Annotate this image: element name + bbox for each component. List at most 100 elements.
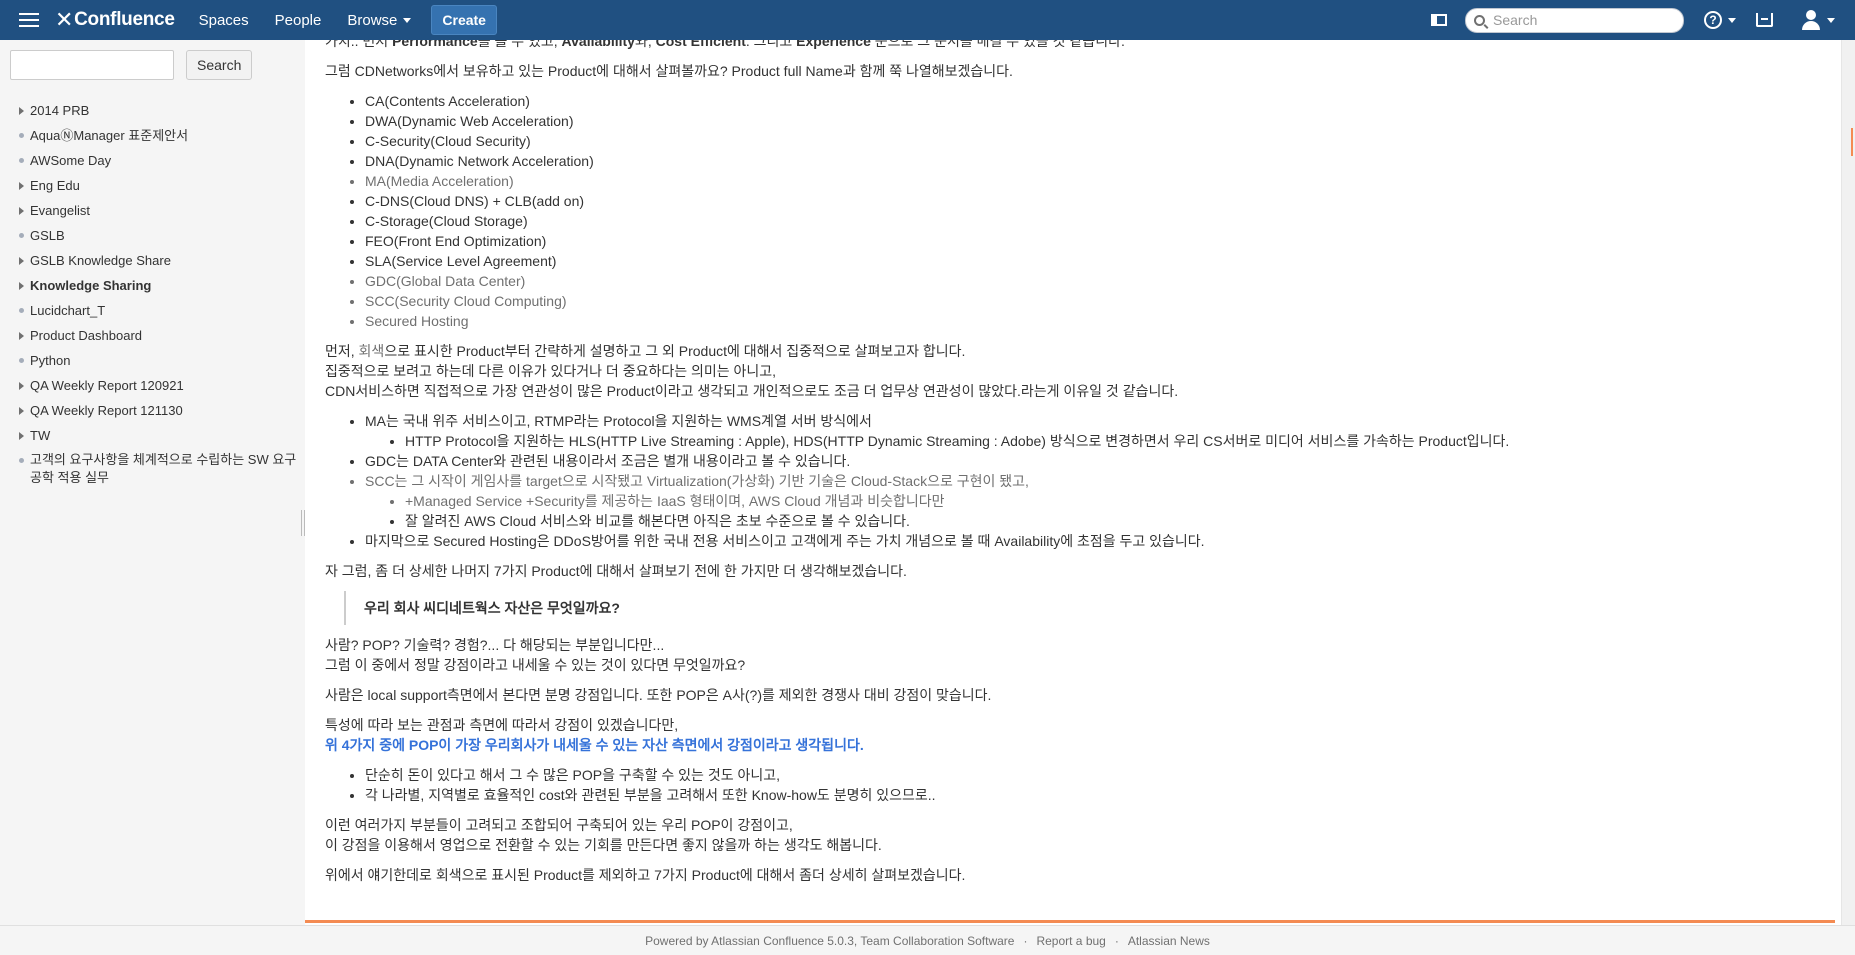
separator: · <box>1114 933 1119 948</box>
expand-arrow-icon[interactable] <box>12 248 30 265</box>
list-item: 각 나라별, 지역별로 효율적인 cost와 관련된 부분을 고려해서 또한 K… <box>365 785 1825 805</box>
text: Experience <box>796 40 871 49</box>
sidebar-item-label: Lucidchart_T <box>30 303 106 318</box>
text: 으로 표시한 Product부터 간략하게 설명하고 그 외 Product에 … <box>384 343 966 359</box>
sidebar-tree-item[interactable]: 고객의 요구사항을 체계적으로 수립하는 SW 요구공학 적용 실무 <box>12 448 297 487</box>
sidebar-tree-item[interactable]: Eng Edu <box>12 173 297 198</box>
product-item: SLA(Service Level Agreement) <box>365 251 1825 271</box>
sidebar-tree-item[interactable]: QA Weekly Report 120921 <box>12 373 297 398</box>
sidebar-tree-item[interactable]: Python <box>12 348 297 373</box>
expand-arrow-icon[interactable] <box>12 173 30 190</box>
sidebar-item-label: AWSome Day <box>30 153 112 168</box>
nav-browse[interactable]: Browse <box>347 11 412 29</box>
confluence-logo[interactable]: ✕ Confluence <box>55 7 175 33</box>
list-item: GDC는 DATA Center와 관련된 내용이라서 조금은 별개 내용이라고… <box>365 451 1825 471</box>
text: 가치.. 먼저 <box>325 40 393 49</box>
user-menu[interactable] <box>1801 10 1835 30</box>
sidebar-tree-item[interactable]: Evangelist <box>12 198 297 223</box>
page-content: 가치.. 먼저 Performance를 볼 수 있고, Availabilit… <box>305 40 1850 925</box>
page-tree: 2014 PRB AquaⓃManager 표준제안서 AWSome Day Eng … <box>12 98 297 487</box>
nav-browse-label: Browse <box>347 11 398 29</box>
sidebar-item-label: QA Weekly Report 121130 <box>30 403 183 418</box>
expand-arrow-icon[interactable] <box>12 323 30 340</box>
sidebar-item-label: TW <box>30 428 51 443</box>
sidebar-tree-item[interactable]: 2014 PRB <box>12 98 297 123</box>
create-button[interactable]: Create <box>431 5 497 35</box>
menu-icon[interactable] <box>19 13 39 27</box>
list-item: HTTP Protocol을 지원하는 HLS(HTTP Live Stream… <box>405 431 1825 451</box>
sidebar-tree-item[interactable]: Lucidchart_T <box>12 298 297 323</box>
paragraph: 이런 여러가지 부분들이 고려되고 조합되어 구축되어 있는 우리 POP이 강… <box>325 815 1825 855</box>
sidebar-tree-item[interactable]: TW <box>12 423 297 448</box>
sidebar-item-label: GSLB <box>30 228 65 243</box>
sidebar-tree-item[interactable]: QA Weekly Report 121130 <box>12 398 297 423</box>
sidebar-tree-item[interactable]: GSLB Knowledge Share <box>12 248 297 273</box>
paragraph-top-partial: 가치.. 먼저 Performance를 볼 수 있고, Availabilit… <box>325 40 1825 51</box>
main-nav: Spaces People Browse Create <box>199 5 497 35</box>
text: SCC는 그 시작이 게임사를 target으로 시작됐고 Virtualiza… <box>365 473 1029 489</box>
product-item: Secured Hosting <box>365 311 1825 331</box>
highlight-text: 위 4가지 중에 POP이 가장 우리회사가 내세울 수 있는 자산 측면에서 … <box>325 737 864 753</box>
chevron-down-icon <box>1827 17 1835 23</box>
expand-arrow-icon[interactable] <box>12 398 30 415</box>
product-item: SCC(Security Cloud Computing) <box>365 291 1825 311</box>
sidebar-item-label: Knowledge Sharing <box>30 278 152 293</box>
text: 를 볼 수 있고, <box>477 40 562 49</box>
scrollbar[interactable] <box>1841 40 1855 925</box>
bullet-dot-icon <box>12 223 30 238</box>
product-item: C-Storage(Cloud Storage) <box>365 211 1825 231</box>
bullet-dot-icon <box>12 298 30 313</box>
text: 사람? POP? 기술력? 경험?... 다 해당되는 부분입니다만... <box>325 637 665 653</box>
scroll-marker <box>1851 128 1853 156</box>
expand-arrow-icon[interactable] <box>12 98 30 115</box>
bullet-dot-icon <box>12 448 30 463</box>
nav-people[interactable]: People <box>275 12 322 29</box>
text: 그럼 이 중에서 정말 강점이라고 내세울 수 있는 것이 있다면 무엇일까요? <box>325 657 746 673</box>
paragraph-intro: 그럼 CDNetworks에서 보유하고 있는 Product에 대해서 살펴볼… <box>325 63 1013 79</box>
search-input[interactable]: Search <box>1465 7 1684 33</box>
list-item: +Managed Service +Security를 제공하는 IaaS 형태… <box>405 491 1825 511</box>
product-item: MA(Media Acceleration) <box>365 171 1825 191</box>
list-item: SCC는 그 시작이 게임사를 target으로 시작됐고 Virtualiza… <box>365 471 1825 531</box>
grey-word: 회색 <box>358 343 385 359</box>
expand-arrow-icon[interactable] <box>12 198 30 215</box>
report-bug-link[interactable]: Report a bug <box>1036 934 1105 948</box>
list-item: 마지막으로 Secured Hosting은 DDoS방어를 위한 국내 전용 … <box>365 531 1825 551</box>
expand-arrow-icon[interactable] <box>12 373 30 390</box>
sidebar-search-button[interactable]: Search <box>186 50 253 80</box>
bullet-dot-icon <box>12 148 30 163</box>
header-right: Search ? <box>1431 0 1855 40</box>
sidebar-item-label: QA Weekly Report 120921 <box>30 378 184 393</box>
text: CDN서비스하면 직접적으로 가장 연관성이 많은 Product이라고 생각되… <box>325 383 1179 399</box>
sidebar-tree-item[interactable]: Product Dashboard <box>12 323 297 348</box>
text: 특성에 따라 보는 관점과 측면에 따라서 강점이 있겠습니다만, <box>325 717 679 733</box>
sidebar-tree-item[interactable]: AquaⓃManager 표준제안서 <box>12 123 297 148</box>
news-link[interactable]: Atlassian News <box>1128 934 1210 948</box>
avatar <box>1801 10 1821 30</box>
inbox-icon[interactable] <box>1756 13 1773 27</box>
nav-spaces[interactable]: Spaces <box>199 12 249 29</box>
sidebar-tree-item[interactable]: Knowledge Sharing <box>12 273 297 298</box>
list-item: 단순히 돈이 있다고 해서 그 수 많은 POP을 구축할 수 있는 것도 아니… <box>365 765 1825 785</box>
confluence-x-icon: ✕ <box>55 7 74 32</box>
text: MA는 국내 위주 서비스이고, RTMP라는 Protocol을 지원하는 W… <box>365 413 872 429</box>
expand-arrow-icon[interactable] <box>12 273 30 290</box>
sidebar-search-input[interactable] <box>10 50 174 80</box>
text: 이 강점을 이용해서 영업으로 전환할 수 있는 기회를 만든다면 좋지 않을까… <box>325 837 882 853</box>
product-item: C-DNS(Cloud DNS) + CLB(add on) <box>365 191 1825 211</box>
paragraph-explanation: 먼저, 회색으로 표시한 Product부터 간략하게 설명하고 그 외 Pro… <box>325 341 1825 401</box>
sidebar-item-label: Product Dashboard <box>30 328 143 343</box>
text: Availability <box>561 40 635 49</box>
product-item: GDC(Global Data Center) <box>365 271 1825 291</box>
list-item: MA는 국내 위주 서비스이고, RTMP라는 Protocol을 지원하는 W… <box>365 411 1825 451</box>
sidebar-item-label: AquaⓃManager 표준제안서 <box>30 128 189 143</box>
text: 먼저, <box>325 343 359 359</box>
separator: · <box>1023 933 1028 948</box>
sidebar-tree-item[interactable]: AWSome Day <box>12 148 297 173</box>
expand-arrow-icon[interactable] <box>12 423 30 440</box>
sidebar-tree-item[interactable]: GSLB <box>12 223 297 248</box>
chevron-down-icon <box>403 17 412 23</box>
help-menu[interactable]: ? <box>1704 11 1736 29</box>
product-list: CA(Contents Acceleration)DWA(Dynamic Web… <box>325 91 1825 331</box>
sidebar-toggle-icon[interactable] <box>1431 14 1447 26</box>
